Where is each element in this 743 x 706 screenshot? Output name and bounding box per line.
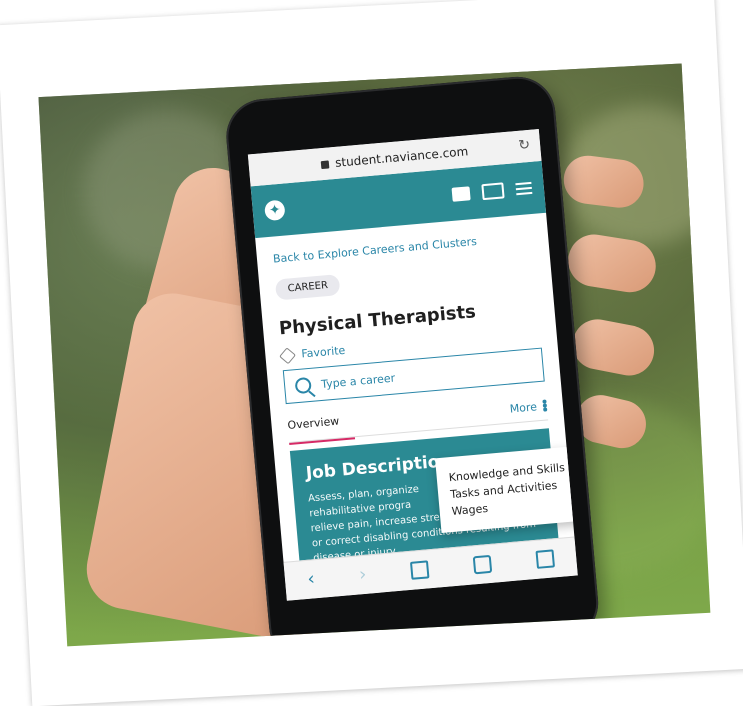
career-badge: CAREER: [274, 273, 341, 301]
search-placeholder: Type a career: [320, 371, 396, 391]
smartphone: student.naviance.com ↻ ✦ Back to Explore…: [223, 73, 602, 647]
photo-frame: student.naviance.com ↻ ✦ Back to Explore…: [0, 0, 743, 706]
finger-3: [568, 315, 659, 380]
page-content: Back to Explore Careers and Clusters CAR…: [255, 213, 577, 593]
tabs-icon[interactable]: [535, 549, 555, 569]
more-button[interactable]: More: [509, 399, 548, 416]
heart-icon: [279, 346, 296, 364]
favorite-label: Favorite: [300, 343, 346, 361]
search-icon: [294, 376, 312, 395]
mail-icon[interactable]: [481, 182, 505, 201]
chat-icon[interactable]: [451, 186, 471, 202]
more-dropdown-menu: Knowledge and Skills Tasks and Activitie…: [435, 444, 578, 534]
back-arrow-icon[interactable]: ‹: [307, 568, 316, 590]
bookmarks-icon[interactable]: [472, 554, 493, 575]
phone-screen: student.naviance.com ↻ ✦ Back to Explore…: [247, 129, 578, 601]
header-actions: [451, 180, 532, 203]
reload-icon[interactable]: ↻: [518, 137, 531, 154]
forward-arrow-icon[interactable]: ›: [358, 564, 367, 586]
menu-icon[interactable]: [515, 182, 532, 195]
url-text: student.naviance.com: [334, 144, 469, 170]
share-icon[interactable]: [410, 560, 430, 580]
logo-icon[interactable]: ✦: [263, 199, 286, 222]
back-link[interactable]: Back to Explore Careers and Clusters: [273, 230, 533, 266]
more-label: More: [509, 399, 538, 416]
photo-background: student.naviance.com ↻ ✦ Back to Explore…: [38, 63, 711, 647]
lock-icon: [320, 160, 330, 170]
kebab-menu-icon: [542, 399, 548, 411]
tab-overview[interactable]: Overview: [287, 414, 340, 437]
